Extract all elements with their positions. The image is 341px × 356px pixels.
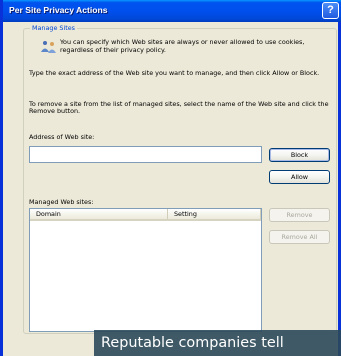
- add-instructions: Type the exact address of the Web site y…: [29, 69, 320, 77]
- help-button[interactable]: ?: [322, 2, 339, 19]
- privacy-people-icon: [41, 41, 56, 53]
- column-setting[interactable]: Setting: [168, 209, 261, 219]
- address-label: Address of Web site:: [29, 133, 95, 141]
- list-header: Domain Setting: [30, 209, 261, 221]
- window-title: Per Site Privacy Actions: [9, 5, 108, 15]
- remove-all-button[interactable]: Remove All: [269, 230, 330, 244]
- allow-button[interactable]: Allow: [269, 170, 330, 184]
- caption-overlay: Reputable companies tell: [94, 330, 341, 356]
- intro-text: You can specify which Web sites are alwa…: [60, 38, 305, 54]
- column-domain[interactable]: Domain: [30, 209, 168, 219]
- remove-instructions: To remove a site from the list of manage…: [29, 100, 329, 116]
- block-button[interactable]: Block: [269, 148, 330, 162]
- managed-sites-label: Managed Web sites:: [29, 198, 94, 206]
- address-input[interactable]: [29, 146, 262, 163]
- managed-sites-list[interactable]: Domain Setting: [29, 208, 262, 332]
- remove-button[interactable]: Remove: [269, 208, 330, 222]
- group-label: Manage Sites: [30, 24, 78, 32]
- title-bar[interactable]: Per Site Privacy Actions ? X: [3, 0, 341, 22]
